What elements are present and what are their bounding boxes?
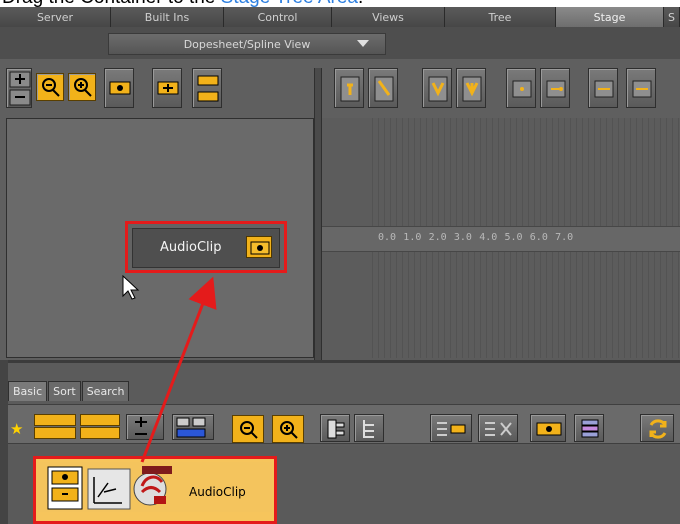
drag-arrow (140, 276, 217, 463)
